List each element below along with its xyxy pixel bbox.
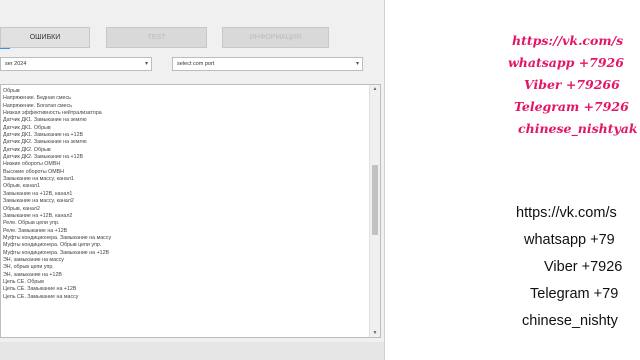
log-line: Датчик ДК1. Замыкание на +12В bbox=[3, 132, 84, 139]
log-line: Цепь СЕ. Замыкание на +12В bbox=[3, 286, 77, 293]
scroll-down-icon[interactable]: ▼ bbox=[370, 330, 380, 336]
port-select[interactable]: select com port ▾ bbox=[172, 57, 363, 71]
log-line: Замыкание на массу, канал1 bbox=[3, 176, 74, 183]
tab-errors-label: ОШИБКИ bbox=[29, 34, 61, 41]
log-scrollbar[interactable]: ▲ ▼ bbox=[369, 85, 380, 337]
log-line: Замыкание на массу, канал2 bbox=[3, 198, 74, 205]
error-log-lines: Обрыв Напряжение. Бедная смесь Напряжение.… bbox=[3, 88, 111, 301]
log-line: Напряжение. Богатая смесь bbox=[3, 102, 73, 109]
log-line: Реле. Замыкание на +12В bbox=[3, 227, 68, 234]
tab-errors[interactable]: ОШИБКИ bbox=[0, 27, 90, 48]
log-line: ЭН, замыкание на массу bbox=[3, 256, 64, 263]
contact-line-black: chinese_nishty bbox=[522, 313, 618, 329]
error-log-list[interactable]: Обрыв Напряжение. Бедная смесь Напряжение.… bbox=[0, 84, 381, 338]
contact-line-red: https://vk.com/s bbox=[512, 33, 624, 48]
log-line: Реле. Обрыв цепи упр. bbox=[3, 220, 60, 227]
log-line: ЭН, замыкание на +12В bbox=[3, 271, 62, 278]
log-line: Датчик ДК1. Обрыв bbox=[3, 124, 51, 131]
log-line: Датчик ДК1. Замыкание на землю bbox=[3, 117, 87, 124]
contact-line-black: Telegram +79 bbox=[530, 286, 619, 302]
diagnostic-app-window: ОШИБКИ TEST ИНФОРМАЦИЯ ser 2024 ▾ select… bbox=[0, 0, 385, 360]
contact-line-red: Telegram +7926 bbox=[514, 99, 629, 114]
log-line: Замыкание на +12В, канал2 bbox=[3, 212, 73, 219]
log-line: Датчик ДК2. Замыкание на землю bbox=[3, 139, 87, 146]
model-select-value: ser 2024 bbox=[5, 61, 27, 67]
model-select[interactable]: ser 2024 ▾ bbox=[0, 57, 152, 71]
status-strip bbox=[0, 342, 384, 360]
log-line: Муфты кондиционера. Замыкание на массу bbox=[3, 234, 112, 241]
log-line: Цепь СЕ. Замыкание на массу bbox=[3, 293, 79, 300]
tab-info-label: ИНФОРМАЦИЯ bbox=[249, 34, 302, 41]
log-line: Датчик ДК2. Обрыв bbox=[3, 146, 51, 153]
log-line: Низкая эффективность нейтрализатора bbox=[3, 110, 102, 117]
contact-line-red: Viber +79266 bbox=[524, 77, 620, 92]
contact-line-red: whatsapp +7926 bbox=[508, 55, 624, 70]
log-line: ЭН, обрыв цепи упр. bbox=[3, 264, 54, 271]
chevron-down-icon: ▾ bbox=[144, 61, 148, 67]
log-line: Обрыв, канал1 bbox=[3, 183, 40, 190]
contact-overlay-black: https://vk.com/s whatsapp +79 Viber +7926 T… bbox=[512, 200, 640, 335]
port-select-value: select com port bbox=[177, 61, 215, 67]
contact-line-red: chinese_nishtyak bbox=[518, 121, 638, 136]
log-line: Обрыв, канал2 bbox=[3, 205, 40, 212]
contact-line-black: whatsapp +79 bbox=[524, 232, 615, 248]
contact-overlay-red: https://vk.com/s whatsapp +7926 Viber +792… bbox=[508, 30, 640, 140]
log-line: Обрыв bbox=[3, 88, 20, 94]
tab-test[interactable]: TEST bbox=[106, 27, 207, 48]
log-line: Напряжение. Бедная смесь bbox=[3, 95, 71, 102]
log-line: Замыкание на +12В, канал1 bbox=[3, 190, 73, 197]
scrollbar-thumb[interactable] bbox=[372, 165, 378, 235]
chevron-down-icon: ▾ bbox=[355, 61, 359, 67]
log-line: Датчик ДК2. Замыкание на +12В bbox=[3, 154, 84, 161]
contact-line-black: Viber +7926 bbox=[544, 259, 623, 275]
log-line: Низкие обороты ОМВН bbox=[3, 161, 61, 168]
log-line: Муфты кондиционера. Обрыв цепи упр. bbox=[3, 242, 102, 249]
log-line: Высокие обороты ОМВН bbox=[3, 168, 64, 175]
contact-line-black: https://vk.com/s bbox=[516, 205, 617, 221]
tab-test-label: TEST bbox=[147, 34, 166, 41]
scroll-up-icon[interactable]: ▲ bbox=[370, 86, 380, 92]
log-line: Цепь СЕ. Обрыв bbox=[3, 278, 44, 285]
log-line: Муфты кондиционера. Замыкание на +12В bbox=[3, 249, 110, 256]
tab-info[interactable]: ИНФОРМАЦИЯ bbox=[222, 27, 329, 48]
